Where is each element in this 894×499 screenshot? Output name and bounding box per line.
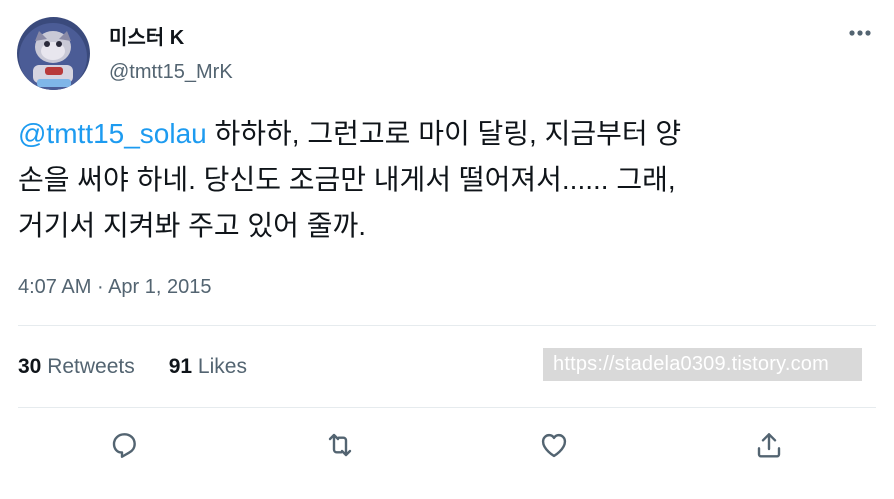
tweet-stats: 30 Retweets 91 Likes xyxy=(18,352,247,382)
share-button[interactable] xyxy=(750,426,788,464)
retweet-icon xyxy=(328,433,352,457)
likes-label: Likes xyxy=(192,355,247,378)
watermark: https://stadela0309.tistory.com xyxy=(543,348,862,381)
tweet-text-line-2: 손을 써야 하네. 당신도 조금만 내게서 떨어져서...... 그래, xyxy=(18,164,676,195)
like-button[interactable] xyxy=(535,426,573,464)
author-display-name[interactable]: 미스터 K xyxy=(109,26,184,50)
retweets-label: Retweets xyxy=(41,355,135,378)
tweet-date[interactable]: Apr 1, 2015 xyxy=(108,276,211,298)
reply-icon xyxy=(112,433,136,458)
mention-link[interactable]: @tmtt15_solau xyxy=(18,118,207,149)
timestamp-separator: · xyxy=(91,276,109,298)
like-icon xyxy=(541,433,567,458)
tweet-text-line-1-rest: 하하하, 그런고로 마이 달링, 지금부터 양 xyxy=(206,118,682,149)
tweet-time[interactable]: 4:07 AM xyxy=(18,276,91,298)
divider-top xyxy=(18,325,876,326)
more-dots-icon xyxy=(849,30,871,36)
more-options-button[interactable] xyxy=(843,20,879,46)
tweet-text-line-3: 거기서 지켜봐 주고 있어 줄까. xyxy=(18,210,367,241)
retweets-count: 30 xyxy=(18,355,42,378)
tweet-timestamp: 4:07 AM · Apr 1, 2015 xyxy=(18,274,211,300)
retweet-button[interactable] xyxy=(321,426,359,464)
retweets-stat[interactable]: 30 Retweets xyxy=(18,352,135,382)
tweet-text-line-1: @tmtt15_solau 하하하, 그런고로 마이 달링, 지금부터 양 xyxy=(18,111,884,157)
divider-bottom xyxy=(18,407,876,408)
tweet-text: @tmtt15_solau 하하하, 그런고로 마이 달링, 지금부터 양 손을… xyxy=(18,111,884,249)
likes-stat[interactable]: 91 Likes xyxy=(169,352,247,382)
likes-count: 91 xyxy=(168,355,193,378)
author-handle[interactable]: @tmtt15_MrK xyxy=(109,60,233,84)
reply-button[interactable] xyxy=(105,426,143,464)
share-icon xyxy=(757,433,781,458)
avatar-icon xyxy=(17,17,90,90)
avatar[interactable] xyxy=(17,17,90,90)
